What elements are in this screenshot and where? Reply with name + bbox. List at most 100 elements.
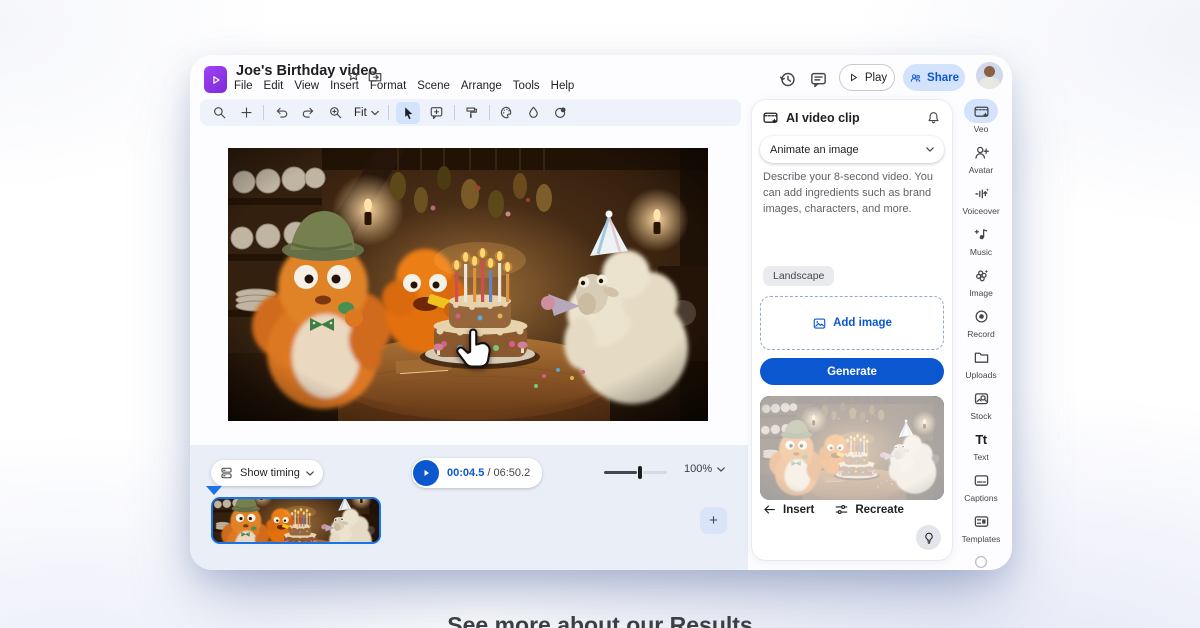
menu-file[interactable]: File xyxy=(234,80,253,92)
redo-icon[interactable] xyxy=(298,103,318,123)
slider-thumb[interactable] xyxy=(638,466,642,479)
chevron-down-icon xyxy=(717,467,725,472)
menu-help[interactable]: Help xyxy=(551,80,575,92)
sidebar-item-uploads[interactable]: Uploads xyxy=(954,345,1008,386)
sidebar-item-avatar[interactable]: Avatar xyxy=(954,140,1008,181)
uploads-icon xyxy=(973,349,990,366)
sidebar-item-captions[interactable]: Captions xyxy=(954,468,1008,509)
menu-tools[interactable]: Tools xyxy=(513,80,540,92)
prompt-placeholder: Describe your 8-second video. You can ad… xyxy=(760,164,944,224)
menu-format[interactable]: Format xyxy=(370,80,406,92)
sidebar-item-templates[interactable]: Templates xyxy=(954,509,1008,550)
slider-track-empty xyxy=(643,471,667,474)
play-logo-icon xyxy=(210,74,222,86)
show-timing-dropdown[interactable]: Show timing xyxy=(211,460,323,486)
palette-icon[interactable] xyxy=(497,103,517,123)
clip-filmstrip xyxy=(213,499,379,542)
stock-icon xyxy=(973,390,990,407)
text-icon: Tt xyxy=(975,433,986,446)
sidebar-item-stock[interactable]: Stock xyxy=(954,386,1008,427)
shape-fill-icon[interactable] xyxy=(524,103,544,123)
insert-label: Insert xyxy=(783,504,814,516)
image-icon xyxy=(973,267,990,284)
tune-icon xyxy=(834,502,849,517)
arrow-left-icon xyxy=(762,502,777,517)
toolbar-divider xyxy=(263,105,264,120)
sidebar-item-music[interactable]: Music xyxy=(954,222,1008,263)
zoom-in-icon[interactable] xyxy=(325,103,345,123)
prompt-input[interactable]: Describe your 8-second video. You can ad… xyxy=(760,164,944,290)
play-icon xyxy=(847,71,860,84)
add-scene-button[interactable]: + xyxy=(700,507,727,534)
menu-insert[interactable]: Insert xyxy=(330,80,359,92)
sidebar-item-image[interactable]: Image xyxy=(954,263,1008,304)
sidebar-item-voiceover[interactable]: Voiceover xyxy=(954,181,1008,222)
playback-time: 00:04.5 / 06:50.2 xyxy=(412,458,542,488)
menu-view[interactable]: View xyxy=(294,80,319,92)
music-icon xyxy=(973,226,990,243)
hand-cursor-icon xyxy=(450,323,496,369)
ai-clip-icon xyxy=(762,109,779,126)
captions-icon xyxy=(973,472,990,489)
adjust-icon[interactable] xyxy=(551,103,571,123)
sidebar-item-text[interactable]: Tt Text xyxy=(954,427,1008,468)
voiceover-icon xyxy=(973,185,990,202)
zoom-level-value: 100% xyxy=(684,463,712,475)
menu-edit[interactable]: Edit xyxy=(264,80,284,92)
lightbulb-icon xyxy=(922,531,936,545)
total-time: 06:50.2 xyxy=(494,467,531,479)
toolbar-divider xyxy=(388,105,389,120)
timeline-play-button[interactable] xyxy=(413,460,439,486)
add-image-button[interactable]: Add image xyxy=(760,296,944,350)
app-window: Joe's Birthday video File Edit View Inse… xyxy=(190,55,1012,570)
sidebar-item-record[interactable]: Record xyxy=(954,304,1008,345)
cursor-arrow-icon xyxy=(401,106,415,120)
animation-mode-value: Animate an image xyxy=(770,144,859,156)
menu-arrange[interactable]: Arrange xyxy=(461,80,502,92)
add-icon[interactable] xyxy=(236,103,256,123)
play-button-label: Play xyxy=(865,72,887,84)
recreate-button[interactable]: Recreate xyxy=(834,502,904,517)
zoom-level-dropdown[interactable]: 100% xyxy=(684,463,725,475)
aspect-ratio-chip[interactable]: Landscape xyxy=(763,266,834,286)
show-timing-label: Show timing xyxy=(240,467,300,479)
sidebar-item-veo[interactable]: Veo xyxy=(954,99,1008,140)
zoom-slider[interactable] xyxy=(604,464,667,480)
play-button[interactable]: Play xyxy=(839,64,895,91)
partial-icon xyxy=(972,553,990,571)
select-tool-icon[interactable] xyxy=(396,102,420,124)
chevron-down-icon xyxy=(306,471,314,476)
notifications-bell-icon[interactable] xyxy=(926,110,941,125)
panel-actions: Insert Recreate xyxy=(762,502,904,517)
fit-zoom-dropdown[interactable]: Fit xyxy=(352,107,381,119)
play-icon xyxy=(420,467,432,479)
avatar[interactable] xyxy=(976,62,1003,89)
version-history-icon[interactable] xyxy=(776,68,798,90)
panel-header: AI video clip xyxy=(762,109,860,126)
panel-title: AI video clip xyxy=(786,111,860,125)
search-icon[interactable] xyxy=(209,103,229,123)
add-comment-icon[interactable] xyxy=(427,103,447,123)
insert-button[interactable]: Insert xyxy=(762,502,814,517)
animation-mode-dropdown[interactable]: Animate an image xyxy=(760,136,944,163)
templates-icon xyxy=(973,513,990,530)
paint-format-icon[interactable] xyxy=(462,103,482,123)
share-button[interactable]: Share xyxy=(903,64,965,91)
menu-scene[interactable]: Scene xyxy=(417,80,450,92)
undo-icon[interactable] xyxy=(271,103,291,123)
vids-app-icon[interactable] xyxy=(204,66,227,93)
timeline-clip[interactable] xyxy=(211,497,381,544)
comments-icon[interactable] xyxy=(807,68,829,90)
playhead-marker[interactable] xyxy=(206,486,222,495)
cropped-caption: See more about our Results xyxy=(447,612,752,628)
video-canvas[interactable] xyxy=(228,148,708,421)
timing-icon xyxy=(220,466,234,480)
generate-button[interactable]: Generate xyxy=(760,358,944,385)
tips-button[interactable] xyxy=(916,525,941,550)
generated-preview[interactable] xyxy=(760,396,944,500)
avatar-head xyxy=(984,66,995,77)
chevron-down-icon xyxy=(926,147,934,152)
recreate-label: Recreate xyxy=(855,504,904,516)
preview-fade-overlay xyxy=(760,396,944,500)
toolbar-divider xyxy=(489,105,490,120)
